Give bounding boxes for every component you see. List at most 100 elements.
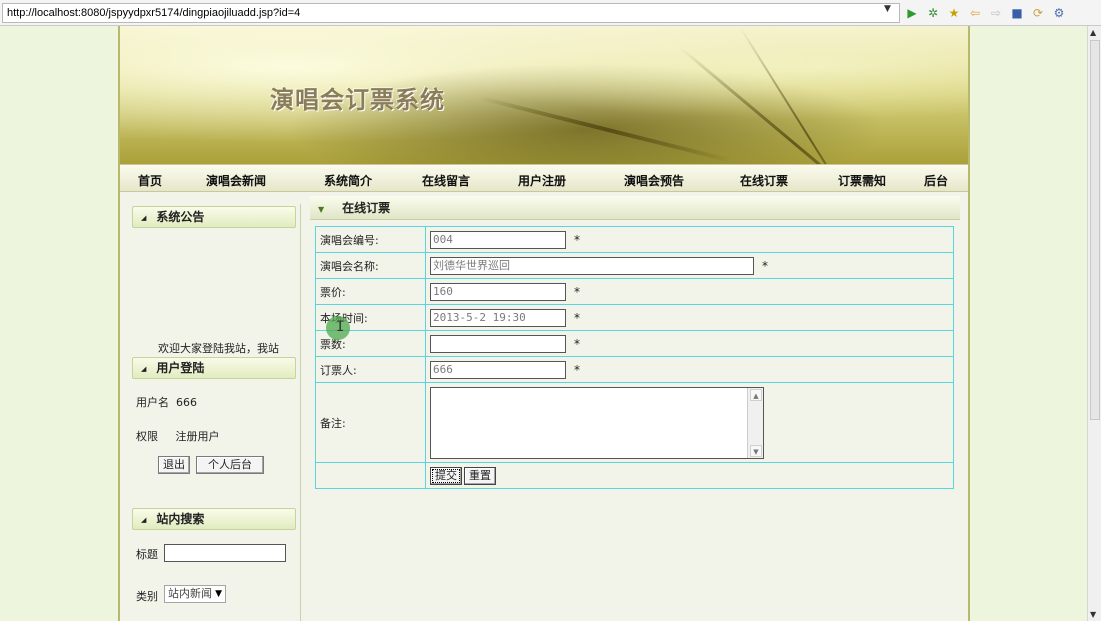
run-icon[interactable]: ▶ [904, 5, 920, 21]
required-mark: * [574, 232, 580, 247]
logout-button[interactable]: 退出 [158, 456, 190, 474]
chevron-down-icon[interactable]: ▼ [884, 4, 891, 14]
address-bar[interactable]: http://localhost:8080/jspyydpxr5174/ding… [2, 3, 900, 23]
nav-about[interactable]: 系统简介 [324, 172, 372, 189]
site-banner: 演唱会订票系统 [120, 26, 968, 164]
concert-id-input[interactable]: 004 [430, 230, 566, 249]
scroll-up-icon[interactable]: ▲ [1090, 28, 1096, 37]
nav-register[interactable]: 用户注册 [518, 172, 566, 189]
announcement-title: 系统公告 [156, 210, 205, 224]
concert-id-label: 演唱会编号: [315, 226, 426, 253]
form-row-concert-id: 演唱会编号: 004 * [315, 226, 954, 253]
form-row-show-time: 本场时间: 2013-5-2 19:30* [315, 304, 954, 331]
stop-icon[interactable]: ■ [1009, 5, 1025, 21]
site-container: 演唱会订票系统 首页 演唱会新闻 系统简介 在线留言 用户注册 演唱会预告 在线… [118, 26, 970, 621]
form-row-price: 票价: 160 * [315, 278, 954, 305]
ticket-count-input[interactable] [430, 334, 566, 353]
search-input[interactable] [164, 544, 286, 562]
main-header: ▼ 在线订票 [310, 196, 960, 220]
form-row-ticket-count: 票数: * [315, 330, 954, 357]
actions-cell: 提交 重置 [425, 462, 954, 489]
username-value: 666 [176, 396, 197, 409]
category-select[interactable]: 站内新闻 ▼ [164, 585, 226, 603]
booker-label: 订票人: [315, 356, 426, 383]
required-mark: * [574, 284, 580, 299]
login-title: 用户登陆 [156, 361, 205, 375]
textarea-scrollbar[interactable]: ▲ ▼ [747, 387, 763, 458]
username-row: 用户名 666 [136, 394, 197, 410]
announcement-header: ◢ 系统公告 [132, 206, 296, 228]
banner-decoration [739, 26, 879, 164]
scroll-thumb[interactable] [1090, 40, 1100, 420]
triangle-icon: ◢ [141, 515, 147, 524]
search-title-label: 标题 [136, 548, 158, 561]
toolbar-icons: ▶ ✲ ★ ⇦ ⇨ ■ ⟳ ⚙ [904, 4, 1067, 22]
page-background-left [0, 26, 118, 621]
nav-online-booking[interactable]: 在线订票 [740, 172, 788, 189]
chevron-down-icon[interactable]: ▼ [215, 586, 222, 602]
nav-booking-notice[interactable]: 订票需知 [838, 172, 886, 189]
required-mark: * [574, 336, 580, 351]
search-category-label: 类别 [136, 590, 158, 603]
role-value: 注册用户 [175, 430, 220, 443]
price-label: 票价: [315, 278, 426, 305]
concert-name-input[interactable]: 刘德华世界巡回 [430, 256, 754, 275]
nav-admin[interactable]: 后台 [924, 172, 948, 189]
nav-guestbook[interactable]: 在线留言 [422, 172, 470, 189]
role-row: 权限 注册用户 [136, 428, 219, 444]
required-mark: * [762, 258, 768, 273]
nav-home[interactable]: 首页 [138, 172, 162, 189]
banner-decoration [479, 96, 733, 163]
concert-id-cell: 004 * [425, 226, 954, 253]
submit-button[interactable]: 提交 [430, 466, 462, 485]
announcement-text: 欢迎大家登陆我站，我站 [158, 342, 279, 355]
forward-icon[interactable]: ⇨ [988, 5, 1004, 21]
form-row-remarks: 备注: ▲ ▼ [315, 382, 954, 463]
page-scrollbar[interactable]: ▲ ▼ [1087, 26, 1101, 621]
reset-button[interactable]: 重置 [464, 466, 496, 485]
nav-concert-preview[interactable]: 演唱会预告 [624, 172, 684, 189]
refresh-icon[interactable]: ⟳ [1030, 5, 1046, 21]
main-title: 在线订票 [342, 201, 391, 215]
actions-spacer [315, 462, 426, 489]
show-time-cell: 2013-5-2 19:30 * [425, 304, 954, 331]
scroll-down-icon[interactable]: ▼ [1090, 610, 1096, 619]
remarks-textarea[interactable]: ▲ ▼ [430, 386, 764, 459]
search-title: 站内搜索 [156, 512, 205, 526]
sidebar-divider [300, 204, 301, 621]
text-cursor-icon: I [336, 319, 345, 335]
search-header: ◢ 站内搜索 [132, 508, 296, 530]
debug-icon[interactable]: ✲ [925, 5, 941, 21]
browser-toolbar: http://localhost:8080/jspyydpxr5174/ding… [0, 0, 1101, 26]
main-nav: 首页 演唱会新闻 系统简介 在线留言 用户注册 演唱会预告 在线订票 订票需知 … [120, 164, 968, 192]
triangle-down-icon: ▼ [318, 205, 325, 214]
banner-decoration [679, 46, 911, 164]
nav-concert-news[interactable]: 演唱会新闻 [206, 172, 266, 189]
remarks-label: 备注: [315, 382, 426, 463]
form-row-actions: 提交 重置 [315, 462, 954, 489]
booker-cell: 666 * [425, 356, 954, 383]
site-title: 演唱会订票系统 [270, 85, 445, 114]
login-header: ◢ 用户登陆 [132, 357, 296, 379]
username-label: 用户名 [136, 396, 169, 409]
user-dashboard-button[interactable]: 个人后台 [196, 456, 264, 474]
perspective-icon[interactable]: ⚙ [1051, 5, 1067, 21]
booker-input[interactable]: 666 [430, 360, 566, 379]
price-input[interactable]: 160 [430, 282, 566, 301]
scroll-up-icon[interactable]: ▲ [750, 388, 762, 401]
page-background-right [970, 26, 1087, 621]
show-time-input[interactable]: 2013-5-2 19:30 [430, 308, 566, 327]
category-selected: 站内新闻 [168, 587, 212, 600]
required-mark: * [574, 310, 580, 325]
favorite-icon[interactable]: ★ [946, 5, 962, 21]
triangle-icon: ◢ [141, 364, 147, 373]
booking-form: 演唱会编号: 004* 演唱会名称: 刘德华世界巡回* 票价: 160* 本场时… [315, 226, 954, 489]
main-content: ▼ 在线订票 演唱会编号: 004 * 演唱会名称: 刘德华世界巡回 * 票价: 16… [310, 196, 960, 616]
required-mark: * [574, 362, 580, 377]
scroll-down-icon[interactable]: ▼ [750, 444, 762, 457]
sidebar: ◢ 系统公告 欢迎大家登陆我站，我站 ◢ 用户登陆 用户名 666 权限 注册用户 … [128, 204, 300, 621]
form-row-booker: 订票人: 666 * [315, 356, 954, 383]
triangle-icon: ◢ [141, 213, 147, 222]
back-icon[interactable]: ⇦ [967, 5, 983, 21]
price-cell: 160 * [425, 278, 954, 305]
